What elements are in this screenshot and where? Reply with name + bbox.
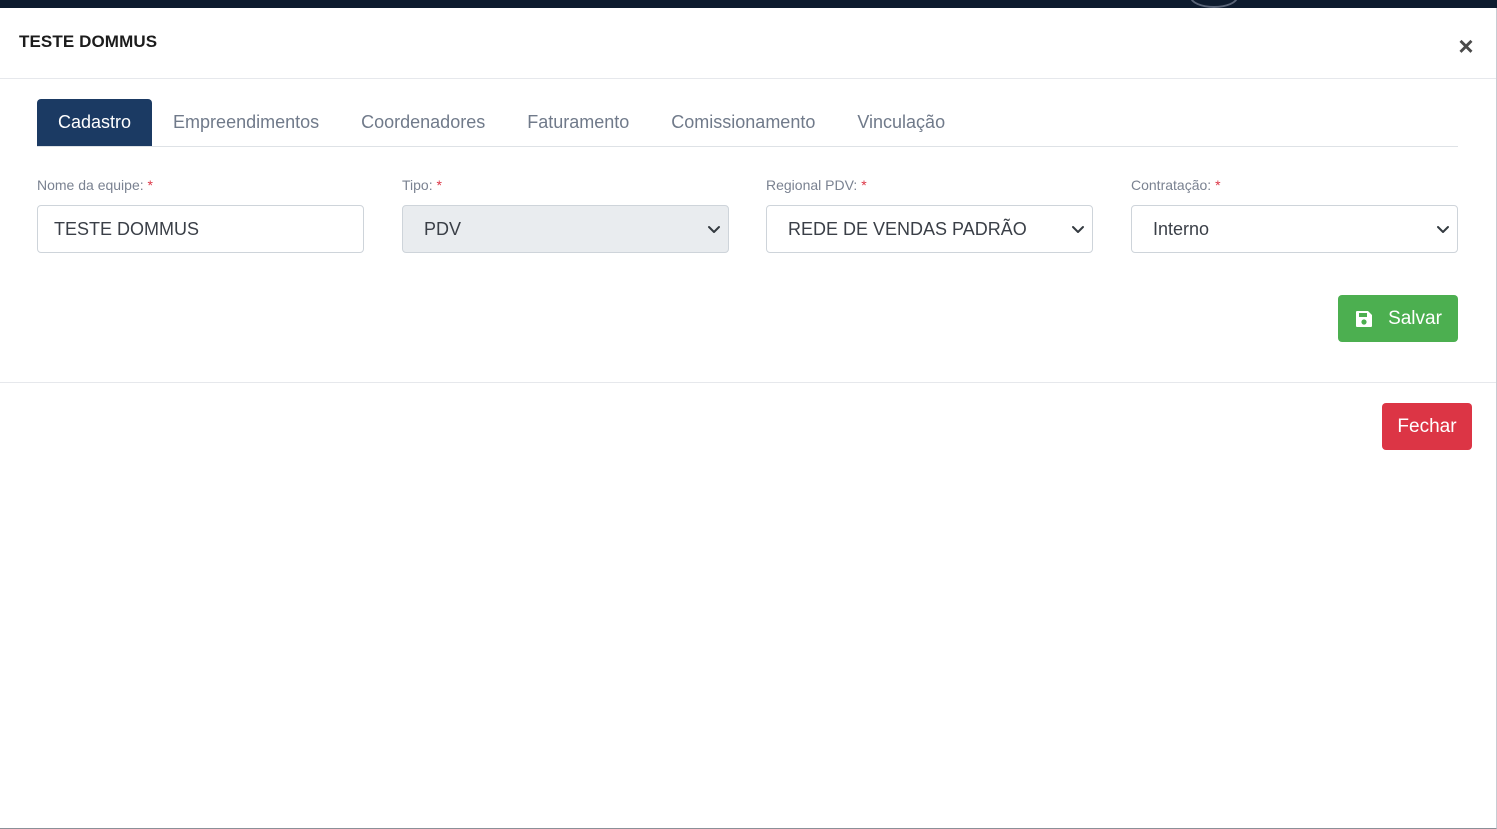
regional-field: Regional PDV: * REDE DE VENDAS PADRÃO bbox=[766, 177, 1093, 253]
modal-title: TESTE DOMMUS bbox=[19, 32, 158, 51]
user-avatar-icon[interactable] bbox=[1190, 0, 1238, 8]
chevron-down-icon bbox=[1437, 226, 1449, 233]
tab-vinculacao[interactable]: Vinculação bbox=[836, 99, 966, 146]
tab-faturamento[interactable]: Faturamento bbox=[506, 99, 650, 146]
tab-cadastro[interactable]: Cadastro bbox=[37, 99, 153, 146]
required-mark: * bbox=[861, 177, 867, 193]
tab-empreendimentos[interactable]: Empreendimentos bbox=[152, 99, 340, 146]
close-icon[interactable]: × bbox=[1452, 32, 1480, 60]
modal-header: TESTE DOMMUS × bbox=[0, 8, 1496, 79]
hiring-label-text: Contratação: bbox=[1131, 177, 1212, 193]
hiring-field: Contratação: * Interno bbox=[1131, 177, 1458, 253]
type-field: Tipo: * PDV bbox=[402, 177, 729, 253]
hiring-value: Interno bbox=[1153, 218, 1210, 239]
team-name-label: Nome da equipe: * bbox=[37, 177, 364, 195]
tab-coordenadores[interactable]: Coordenadores bbox=[340, 99, 506, 146]
team-name-field: Nome da equipe: * TESTE DOMMUS bbox=[37, 177, 364, 253]
type-label-text: Tipo: bbox=[402, 177, 433, 193]
save-button-label: Salvar bbox=[1388, 307, 1442, 329]
team-name-value: TESTE DOMMUS bbox=[54, 218, 200, 239]
footer-divider bbox=[0, 382, 1496, 383]
save-button[interactable]: Salvar bbox=[1338, 295, 1458, 342]
tab-comissionamento[interactable]: Comissionamento bbox=[650, 99, 836, 146]
required-mark: * bbox=[1215, 177, 1221, 193]
chevron-down-icon bbox=[708, 226, 720, 233]
required-mark: * bbox=[436, 177, 442, 193]
regional-label-text: Regional PDV: bbox=[766, 177, 858, 193]
floppy-disk-icon bbox=[1356, 310, 1373, 327]
team-name-input[interactable]: TESTE DOMMUS bbox=[37, 205, 364, 253]
type-select: PDV bbox=[402, 205, 729, 253]
team-name-label-text: Nome da equipe: bbox=[37, 177, 144, 193]
regional-select[interactable]: REDE DE VENDAS PADRÃO bbox=[766, 205, 1093, 253]
close-button[interactable]: Fechar bbox=[1382, 403, 1472, 450]
regional-label: Regional PDV: * bbox=[766, 177, 1093, 195]
chevron-down-icon bbox=[1072, 226, 1084, 233]
app-topbar bbox=[0, 0, 1497, 8]
hiring-select[interactable]: Interno bbox=[1131, 205, 1458, 253]
hiring-label: Contratação: * bbox=[1131, 177, 1458, 195]
type-label: Tipo: * bbox=[402, 177, 729, 195]
team-modal: TESTE DOMMUS × Cadastro Empreendimentos … bbox=[0, 8, 1497, 829]
tab-bar: Cadastro Empreendimentos Coordenadores F… bbox=[37, 99, 1458, 147]
type-value: PDV bbox=[424, 218, 462, 239]
required-mark: * bbox=[147, 177, 153, 193]
regional-value: REDE DE VENDAS PADRÃO bbox=[788, 218, 1027, 239]
